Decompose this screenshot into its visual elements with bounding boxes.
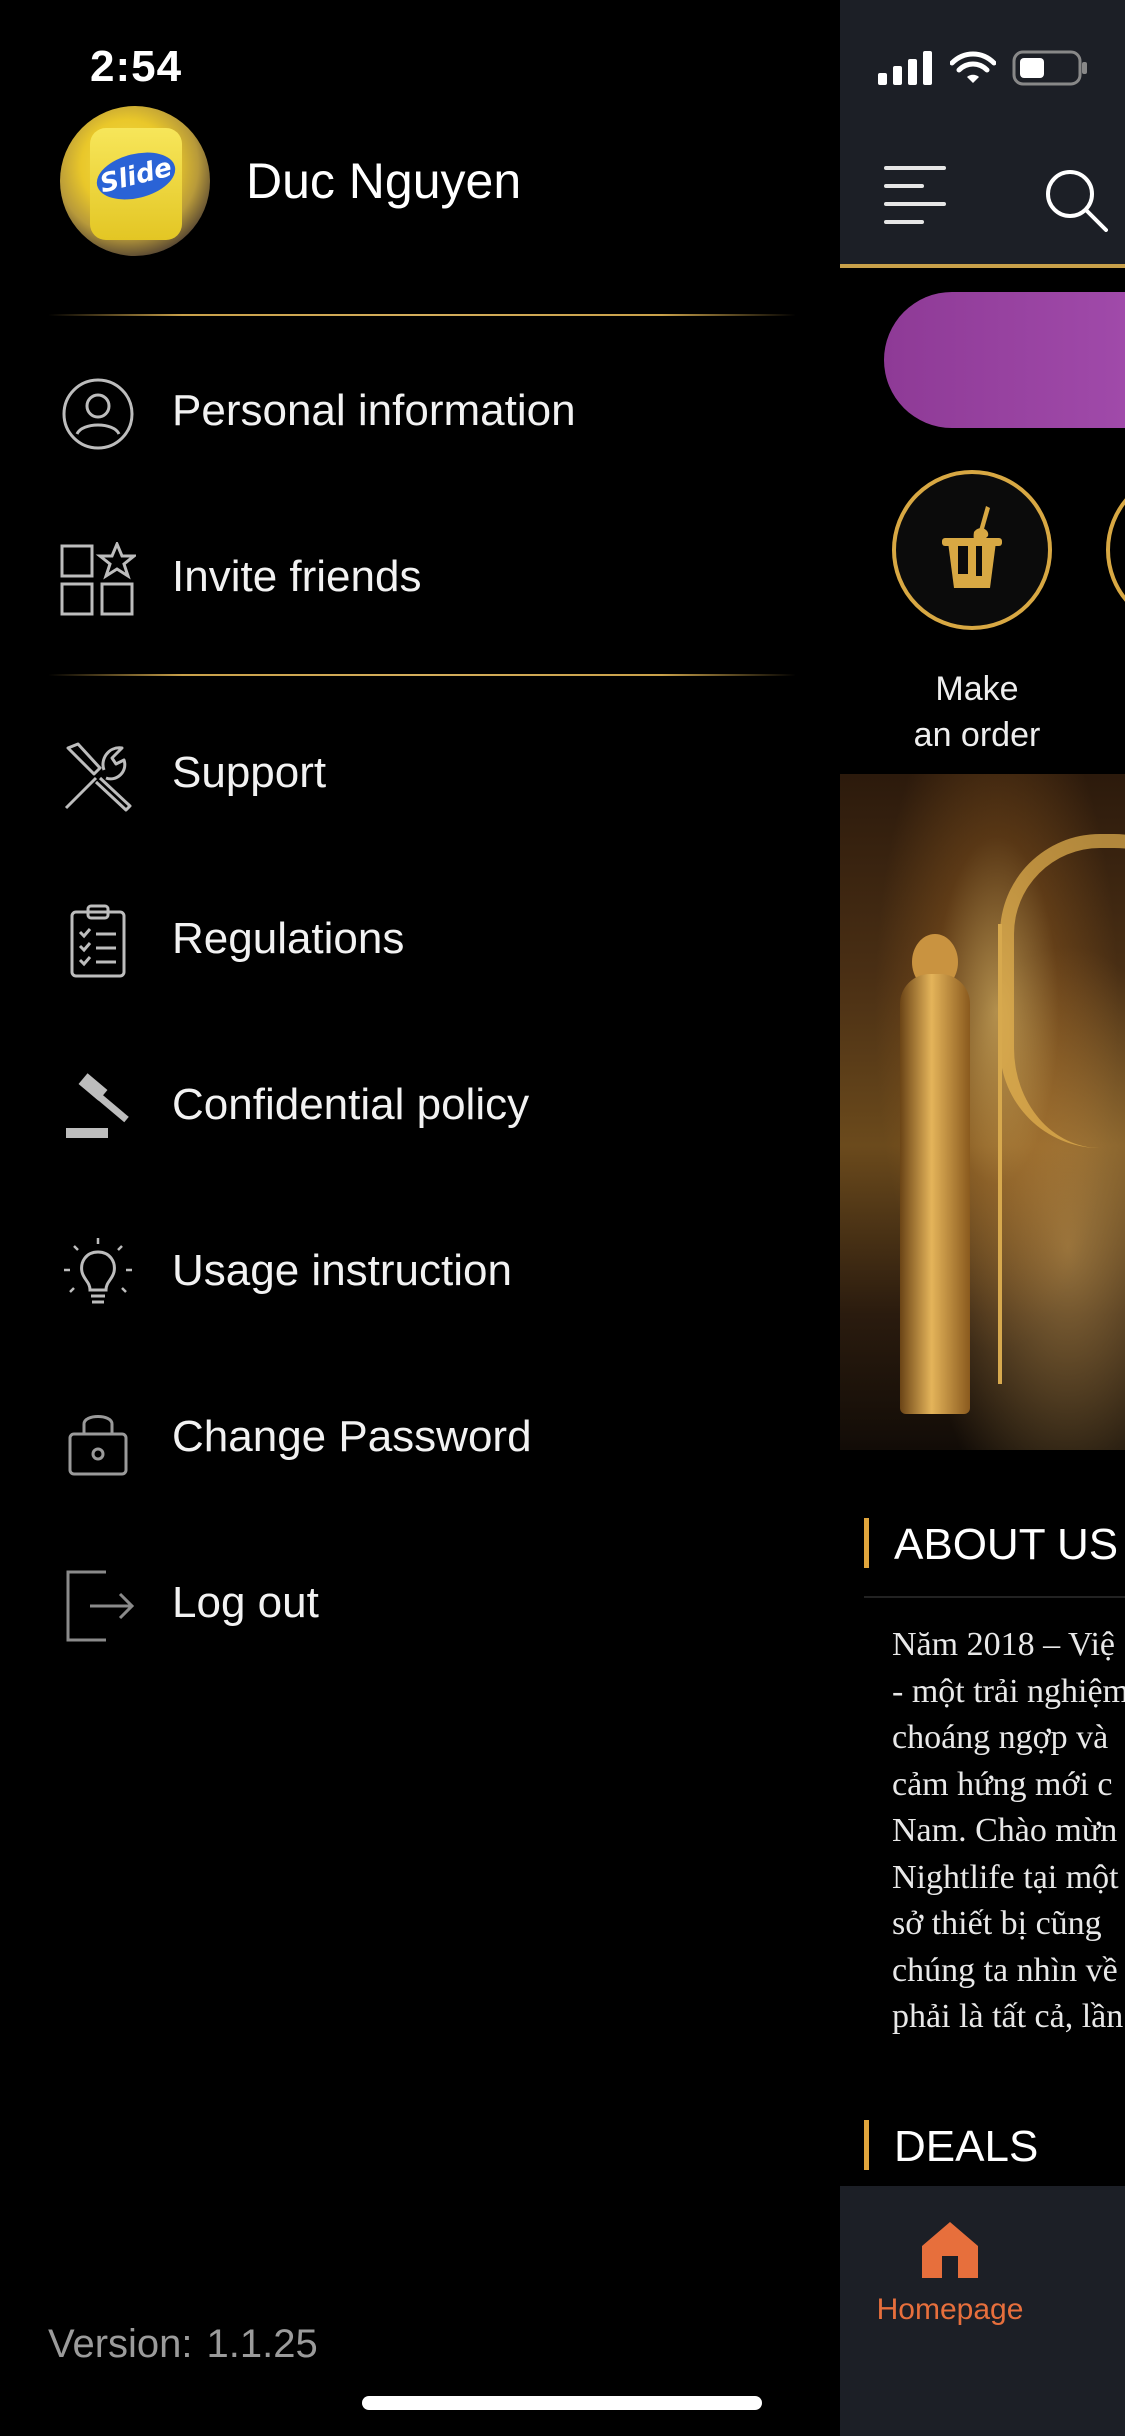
lightbulb-icon [58, 1234, 138, 1314]
menu-item-label: Usage instruction [172, 1246, 512, 1295]
version-label: Version: [48, 2322, 193, 2366]
quick-action-label: Make an order [913, 670, 1041, 754]
about-divider [864, 1596, 1125, 1598]
app-version: Version: 1.1.25 [48, 2322, 318, 2367]
hero-arch-shape [1000, 834, 1125, 1148]
nav-home-label: Homepage [876, 2293, 1024, 2326]
main-screen[interactable]: Make an order ABOUT US Năm 2018 – Việ - … [840, 0, 1125, 2436]
home-indicator[interactable] [362, 2396, 762, 2410]
side-drawer: 2:54 Slide Duc Nguyen Personal informati… [0, 0, 840, 2436]
quick-action-second[interactable] [1106, 470, 1125, 630]
menu-item-regulations[interactable]: Regulations [0, 878, 840, 998]
menu-item-personal-information[interactable]: Personal information [0, 350, 840, 470]
about-us-text: Năm 2018 – Việ - một trải nghiệm choáng … [892, 1626, 1125, 2035]
search-icon[interactable] [1042, 166, 1108, 232]
hero-spear [998, 924, 1002, 1384]
status-time: 2:54 [90, 42, 183, 91]
bottom-navigation: Homepage [840, 2186, 1125, 2436]
divider-middle [48, 674, 796, 676]
hero-image[interactable] [840, 774, 1125, 1450]
top-app-bar [840, 0, 1125, 264]
menu-item-support[interactable]: Support [0, 712, 840, 832]
version-number: 1.1.25 [206, 2322, 318, 2366]
hero-statue [900, 974, 970, 1414]
gavel-icon [58, 1068, 138, 1148]
menu-item-label: Confidential policy [172, 1080, 530, 1129]
about-us-title: ABOUT US [894, 1520, 1119, 1569]
signal-icon [878, 51, 932, 85]
home-icon [922, 2222, 978, 2278]
nav-item-homepage[interactable]: Homepage [860, 2216, 1040, 2327]
menu-icon[interactable] [884, 166, 948, 226]
wifi-icon [950, 51, 996, 83]
menu-item-usage-instruction[interactable]: Usage instruction [0, 1210, 840, 1330]
wrench-screwdriver-icon [58, 736, 138, 816]
menu-item-label: Regulations [172, 914, 405, 963]
status-icons [878, 50, 1088, 86]
champagne-bucket-icon [892, 470, 1052, 630]
deals-section-bar [864, 2120, 869, 2170]
user-name[interactable]: Duc Nguyen [246, 152, 521, 210]
menu-item-change-password[interactable]: Change Password [0, 1376, 840, 1496]
lock-icon [58, 1400, 138, 1480]
battery-icon [1012, 50, 1087, 86]
menu-item-label: Invite friends [172, 552, 422, 601]
about-section-bar [864, 1518, 869, 1568]
menu-item-label: Log out [172, 1578, 319, 1627]
menu-item-label: Personal information [172, 386, 576, 435]
grid-star-icon [58, 540, 138, 620]
menu-item-label: Support [172, 748, 327, 797]
deals-title: DEALS [894, 2122, 1039, 2171]
menu-item-confidential-policy[interactable]: Confidential policy [0, 1044, 840, 1164]
topbar-accent-line [840, 264, 1125, 268]
user-circle-icon [58, 374, 138, 454]
logout-icon [58, 1566, 138, 1646]
menu-item-log-out[interactable]: Log out [0, 1542, 840, 1662]
menu-item-invite-friends[interactable]: Invite friends [0, 516, 840, 636]
promo-banner-button[interactable] [884, 292, 1125, 428]
divider-top [48, 314, 796, 316]
avatar[interactable]: Slide [60, 106, 210, 256]
clipboard-checklist-icon [58, 902, 138, 982]
menu-item-label: Change Password [172, 1412, 532, 1461]
